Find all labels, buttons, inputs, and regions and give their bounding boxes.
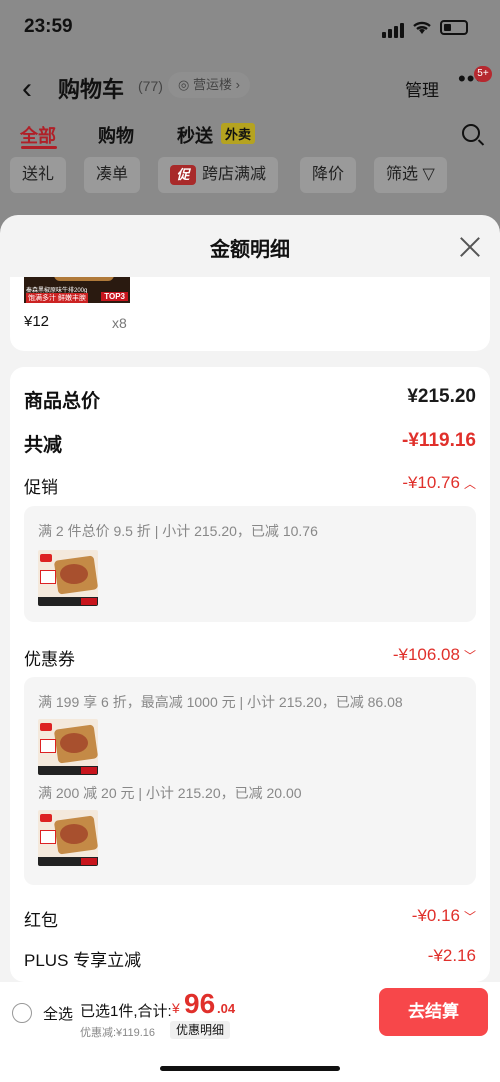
checkout-button[interactable]: 去结算	[379, 988, 488, 1036]
top-rank-badge: TOP3	[101, 292, 128, 301]
discount-summary: 优惠减:¥119.16	[80, 1027, 156, 1039]
address-label: 营运楼 ›	[192, 77, 240, 92]
tab-shopping[interactable]: 购物	[98, 122, 134, 148]
chevron-up-icon: ︿	[463, 477, 476, 491]
tab-instant[interactable]: 秒送	[177, 122, 213, 148]
promo-label: 促销	[24, 478, 58, 497]
signal-icon	[382, 20, 406, 38]
redpacket-label: 红包	[24, 911, 58, 930]
promo-value: -¥10.76	[402, 473, 460, 492]
status-time: 23:59	[24, 16, 73, 37]
page-title: 购物车	[58, 77, 125, 102]
product-thumbnail	[38, 719, 98, 775]
chip-filter[interactable]: 筛选 ▽	[374, 157, 447, 193]
coupon-detail-box: 满 199 享 6 折，最高减 1000 元 | 小计 215.20，已减 86…	[24, 677, 476, 885]
chip-bundle[interactable]: 凑单	[84, 157, 141, 193]
product-image: 秦森黑椒原味牛排200g 饱满多汁 鲜嫩丰腴 TOP3	[24, 277, 130, 303]
wifi-icon	[413, 21, 431, 34]
cart-count: (77)	[138, 78, 163, 94]
selected-summary: 已选1件,合计:	[80, 1003, 172, 1020]
chip-cross-store-label: 跨店满减	[202, 166, 267, 183]
select-all-radio[interactable]	[12, 1003, 32, 1023]
total-currency: ¥	[172, 1000, 180, 1016]
discount-detail-button[interactable]: 优惠明细	[170, 1021, 231, 1039]
tab-indicator	[21, 146, 57, 149]
coupon-value: -¥106.08	[392, 645, 460, 664]
amount-summary-card	[10, 367, 490, 982]
coupon-rule-1: 满 199 享 6 折，最高减 1000 元 | 小计 215.20，已减 86…	[38, 694, 403, 710]
manage-button[interactable]: 管理	[405, 76, 439, 101]
product-thumbnail	[38, 810, 98, 866]
tab-all[interactable]: 全部	[20, 122, 56, 148]
product-strip-slogan: 饱满多汁 鲜嫩丰腴	[26, 293, 88, 303]
battery-icon	[440, 20, 468, 35]
chip-price-drop[interactable]: 降价	[300, 157, 357, 193]
message-badge: 5+	[474, 66, 492, 82]
coupon-toggle[interactable]: -¥106.08 ﹀	[393, 645, 476, 665]
plus-value: -¥2.16	[427, 946, 476, 965]
coupon-rule-2: 满 200 减 20 元 | 小计 215.20，已减 20.00	[38, 785, 302, 801]
goods-total-value: ¥215.20	[407, 386, 476, 407]
close-icon[interactable]	[457, 234, 483, 260]
chip-cross-store[interactable]: 促跨店满减	[158, 157, 279, 193]
redpacket-toggle[interactable]: -¥0.16 ﹀	[412, 906, 476, 926]
address-selector[interactable]: ◎ 营运楼 ›	[168, 72, 250, 98]
plus-label: PLUS 专享立减	[24, 951, 142, 970]
total-discount-value: -¥119.16	[402, 430, 476, 451]
promo-detail-box: 满 2 件总价 9.5 折 | 小计 215.20，已减 10.76	[24, 506, 476, 622]
chevron-down-icon: ﹀	[463, 649, 476, 663]
product-card: 秦森黑椒原味牛排200g 饱满多汁 鲜嫩丰腴 TOP3 ¥12 x8	[10, 277, 490, 351]
sheet-title: 金额明细	[210, 239, 290, 261]
redpacket-value: -¥0.16	[411, 906, 460, 925]
status-icons	[382, 18, 474, 38]
product-qty: x8	[112, 315, 127, 331]
goods-total-label: 商品总价	[24, 391, 101, 412]
promo-icon: 促	[170, 165, 196, 185]
product-thumbnail	[38, 550, 98, 606]
takeaway-tag: 外卖	[221, 123, 256, 144]
select-all-label[interactable]: 全选	[43, 1003, 73, 1024]
product-price: ¥12	[24, 313, 50, 330]
total-integer: 96	[184, 988, 216, 1019]
total-decimal: .04	[217, 1001, 236, 1016]
back-arrow-icon[interactable]: ‹	[22, 72, 32, 106]
chip-gift[interactable]: 送礼	[10, 157, 67, 193]
chevron-down-icon: ﹀	[463, 910, 476, 924]
home-indicator	[160, 1066, 340, 1071]
promo-toggle[interactable]: -¥10.76 ︿	[402, 473, 476, 493]
total-discount-label: 共减	[24, 435, 63, 456]
coupon-label: 优惠券	[24, 650, 75, 669]
promo-rule: 满 2 件总价 9.5 折 | 小计 215.20，已减 10.76	[38, 523, 318, 539]
search-icon[interactable]	[462, 124, 480, 142]
